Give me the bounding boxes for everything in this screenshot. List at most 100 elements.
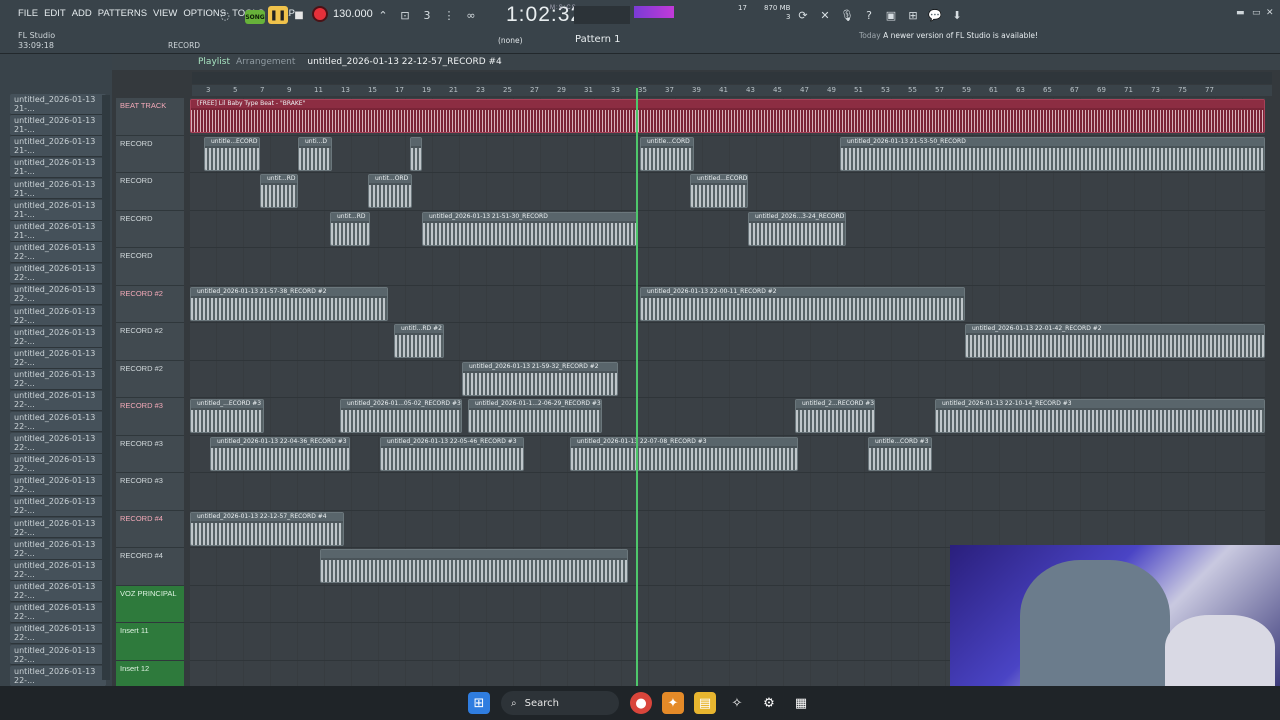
browser-item[interactable]: untitled_2026-01-13 22-...	[10, 390, 106, 412]
news-panel[interactable]: Today A newer version of FL Studio is av…	[859, 31, 1038, 41]
audio-clip[interactable]: untitle...ECORD	[204, 136, 260, 171]
app-icon[interactable]: ✧	[726, 692, 748, 714]
browser-item[interactable]: untitled_2026-01-13 21-...	[10, 136, 106, 157]
audio-clip[interactable]: untitled_2026-01-13 22-05-46_RECORD #3	[380, 436, 524, 471]
track-lane[interactable]: [FREE] Lil Baby Type Beat - "BRAKE"	[190, 98, 1265, 136]
menu-file[interactable]: FILE	[18, 8, 38, 19]
track-lane[interactable]: untitled_2026-01-13 21-59-32_RECORD #2	[190, 360, 1265, 398]
track-header[interactable]: Insert 11	[116, 623, 184, 661]
save-icon[interactable]: ▣	[882, 6, 900, 24]
audio-clip[interactable]: untit...RD	[330, 211, 370, 246]
audio-clip[interactable]: unti...D	[298, 136, 332, 171]
browser-item[interactable]: untitled_2026-01-13 21-...	[10, 94, 106, 115]
audio-clip[interactable]: untitled_2026-01-13 22-10-14_RECORD #3	[935, 399, 1265, 433]
loop-record-icon[interactable]: ∞	[462, 6, 480, 24]
countdown-icon[interactable]: 3	[418, 6, 436, 24]
plugin-icon[interactable]: ⊞	[904, 6, 922, 24]
track-header[interactable]: RECORD	[116, 173, 184, 211]
audio-clip[interactable]	[320, 549, 628, 583]
menu-add[interactable]: ADD	[72, 8, 92, 19]
browser-item[interactable]: untitled_2026-01-13 21-...	[10, 199, 106, 221]
track-header[interactable]: VOZ PRINCIPAL	[116, 585, 184, 623]
undo-icon[interactable]: ◌	[216, 6, 234, 24]
track-lane[interactable]: untitled_2026-01-13 22-04-36_RECORD #3 un…	[190, 435, 1265, 473]
browser-item[interactable]: untitled_2026-01-13 22-...	[10, 263, 106, 285]
audio-clip[interactable]: untitled_2026-01...05-02_RECORD #3	[340, 399, 462, 433]
pattern-select[interactable]: Pattern 1	[575, 34, 621, 45]
audio-clip[interactable]: untitled_2026-01-13 22-04-36_RECORD #3	[210, 436, 350, 471]
timeline-scroll[interactable]	[192, 72, 1272, 84]
audio-clip[interactable]: untitled_2026-01-13 21-51-30_RECORD	[422, 211, 638, 246]
browser-item[interactable]: untitled_2026-01-13 21-...	[10, 221, 106, 242]
browser-item[interactable]: untitled_2026-01-13 21-...	[10, 178, 106, 200]
browser-item[interactable]: untitled_2026-01-13 22-...	[10, 348, 106, 369]
metronome-icon[interactable]: ⌃	[374, 6, 392, 24]
browser-item[interactable]: untitled_2026-01-13 22-...	[10, 644, 106, 666]
audio-clip[interactable]: untitled...ECORD	[690, 174, 748, 208]
help-icon[interactable]: ?	[860, 6, 878, 24]
track-header[interactable]: RECORD #2	[116, 360, 184, 398]
browser-item[interactable]: untitled_2026-01-13 22-...	[10, 623, 106, 645]
browser-item[interactable]: untitled_2026-01-13 22-...	[10, 242, 106, 263]
browser-item[interactable]: untitled_2026-01-13 22-...	[10, 602, 106, 624]
audio-clip[interactable]: untitle...CORD	[640, 136, 694, 171]
audio-clip[interactable]: [FREE] Lil Baby Type Beat - "BRAKE"	[190, 99, 1265, 133]
track-header[interactable]: RECORD #2	[116, 323, 184, 361]
start-icon[interactable]: ⊞	[468, 692, 490, 714]
stop-button[interactable]: ■	[290, 6, 308, 24]
audio-clip[interactable]: untit...ORD	[368, 174, 412, 208]
bar-ruler[interactable]: 3 5 7 9 11 13 15 17 19 21 23 25 27 29 31 33 35 37 39 41 43 45…	[192, 85, 1272, 96]
track-header[interactable]: RECORD #2	[116, 285, 184, 323]
audio-clip[interactable]: untitled_2026...3-24_RECORD	[748, 211, 846, 246]
download-icon[interactable]: ⬇	[948, 6, 966, 24]
calculator-icon[interactable]: ▦	[790, 692, 812, 714]
track-lane[interactable]: untit...RD untitled_2026-01-13 21-51-30_R…	[190, 210, 1265, 248]
browser-item[interactable]: untitled_2026-01-13 22-...	[10, 284, 106, 306]
browser-item[interactable]: untitled_2026-01-13 22-...	[10, 496, 106, 518]
audio-clip[interactable]: untitled_2026-01-13 21-57-38_RECORD #2	[190, 286, 388, 321]
refresh-icon[interactable]: ⟳	[794, 6, 812, 24]
close-project-icon[interactable]: ✕	[816, 6, 834, 24]
track-lane[interactable]: untitled_2026-01-13 22-12-57_RECORD #4	[190, 510, 1265, 548]
browser-scrollbar[interactable]	[102, 95, 110, 680]
play-button[interactable]: ❚❚	[268, 6, 288, 24]
track-header[interactable]: RECORD #3	[116, 435, 184, 473]
song-mode-button[interactable]: SONG	[245, 10, 265, 24]
time-display[interactable]: 1:02:32 M:S:CS	[506, 3, 583, 27]
maximize-icon[interactable]: ▭	[1252, 8, 1261, 18]
browser-item[interactable]: untitled_2026-01-13 21-...	[10, 157, 106, 179]
snap-select[interactable]: (none)	[498, 36, 523, 45]
minimize-icon[interactable]: ▬	[1236, 8, 1245, 18]
track-lane[interactable]: untitl...RD #2 untitled_2026-01-13 22-01-…	[190, 323, 1265, 361]
audio-clip[interactable]: untitl...RD #2	[394, 324, 444, 358]
browser-item[interactable]: untitled_2026-01-13 21-...	[10, 115, 106, 136]
browser-item[interactable]: untitled_2026-01-13 22-...	[10, 454, 106, 475]
audio-clip[interactable]: untitled_2...RECORD #3	[795, 399, 875, 433]
track-header[interactable]: RECORD	[116, 135, 184, 173]
track-header[interactable]: RECORD #4	[116, 510, 184, 548]
audio-clip[interactable]: untitled_2026-01-13 22-01-42_RECORD #2	[965, 324, 1265, 358]
audio-clip[interactable]: untitled_...ECORD #3	[190, 399, 264, 433]
browser-item[interactable]: untitled_2026-01-13 22-...	[10, 369, 106, 391]
fl-studio-icon[interactable]: ✦	[662, 692, 684, 714]
record-button[interactable]	[312, 6, 328, 22]
audio-clip[interactable]: untitled_2026-01-13 22-12-57_RECORD #4	[190, 511, 344, 546]
chrome-icon[interactable]: ●	[630, 692, 652, 714]
browser-item[interactable]: untitled_2026-01-13 22-...	[10, 538, 106, 560]
audio-clip[interactable]: untitled_2026-01-13 22-07-08_RECORD #3	[570, 436, 798, 471]
mic-icon[interactable]: 🎙	[838, 6, 856, 24]
menu-edit[interactable]: EDIT	[44, 8, 66, 19]
track-header[interactable]: RECORD #3	[116, 473, 184, 511]
taskbar-search[interactable]: ⌕ Search	[501, 691, 619, 715]
audio-clip[interactable]: untitled_2026-01-13 21-53-50_RECORD	[840, 136, 1265, 171]
track-lane[interactable]	[190, 248, 1265, 286]
track-header[interactable]: RECORD	[116, 210, 184, 248]
track-lane[interactable]: untit...RD untit...ORD untitled...ECORD	[190, 173, 1265, 211]
audio-clip[interactable]: untit...RD	[260, 174, 298, 208]
audio-clip[interactable]	[410, 136, 422, 171]
track-header[interactable]: RECORD #3	[116, 398, 184, 436]
tempo-display[interactable]: 130.000	[333, 8, 373, 20]
audio-clip[interactable]: untitled_2026-01-13 21-59-32_RECORD #2	[462, 361, 618, 396]
browser-item[interactable]: untitled_2026-01-13 22-...	[10, 517, 106, 539]
browser-item[interactable]: untitled_2026-01-13 22-...	[10, 666, 106, 687]
